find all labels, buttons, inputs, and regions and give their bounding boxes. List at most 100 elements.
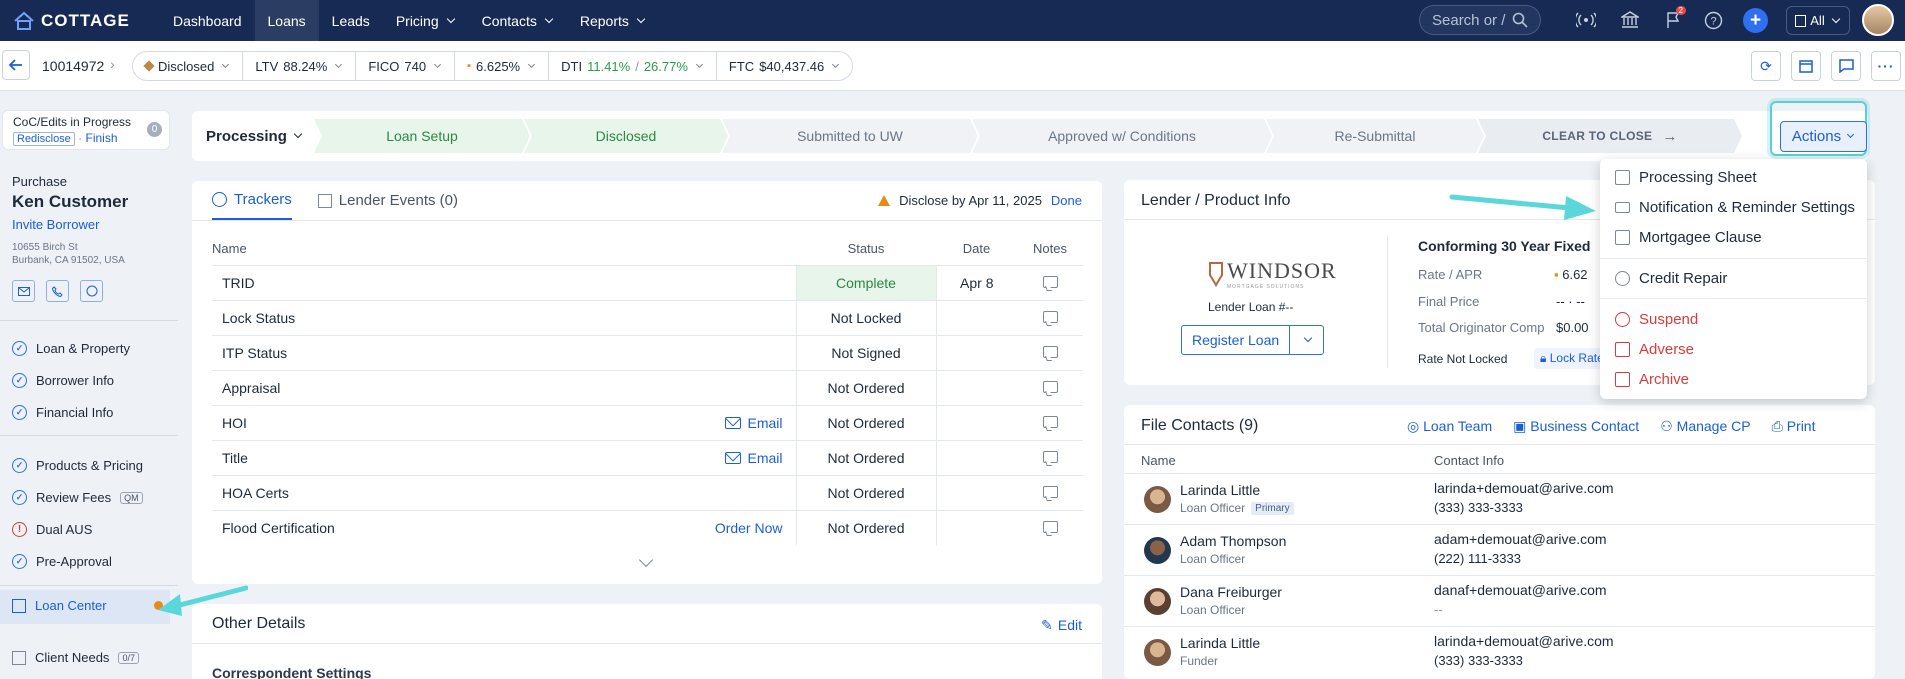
- flag-icon[interactable]: 2: [1662, 6, 1686, 32]
- phone-icon[interactable]: [46, 280, 69, 302]
- redisclose-link[interactable]: Redisclose: [13, 132, 75, 146]
- note-icon[interactable]: [1042, 485, 1058, 498]
- status-pill[interactable]: Disclosed: [133, 52, 244, 80]
- print-button[interactable]: ⎙ Print: [1772, 418, 1816, 435]
- contact-email[interactable]: danaf+demouat@arive.com: [1434, 582, 1607, 598]
- nav-dashboard[interactable]: Dashboard: [160, 0, 255, 41]
- actions-button[interactable]: Actions: [1780, 121, 1867, 152]
- search-input[interactable]: Search or /: [1419, 5, 1541, 35]
- tracker-status[interactable]: Not Ordered: [795, 509, 936, 545]
- stage-loan-setup[interactable]: Loan Setup: [314, 119, 530, 153]
- nav-pricing[interactable]: Pricing: [383, 0, 469, 41]
- expand-chevron-icon[interactable]: [638, 552, 654, 568]
- contact-row[interactable]: Larinda Little Funder larinda+demouat@ar…: [1124, 626, 1875, 677]
- note-icon[interactable]: [1042, 310, 1058, 323]
- email-icon[interactable]: [12, 280, 35, 302]
- chat-icon[interactable]: [80, 280, 103, 302]
- ftc-pill[interactable]: FTC $40,437.46: [717, 52, 852, 80]
- register-loan-button[interactable]: Register Loan: [1182, 326, 1291, 354]
- finish-link[interactable]: Finish: [86, 131, 118, 145]
- fico-pill[interactable]: FICO 740: [356, 52, 456, 80]
- contact-row[interactable]: Adam Thompson Loan Officer adam+demouat@…: [1124, 524, 1875, 575]
- note-icon[interactable]: [1042, 520, 1058, 533]
- bank-icon[interactable]: [1618, 8, 1642, 32]
- manage-cp-button[interactable]: ⚇ Manage CP: [1660, 418, 1750, 435]
- stage-disclosed[interactable]: Disclosed: [524, 119, 728, 153]
- note-icon[interactable]: [1042, 380, 1058, 393]
- refresh-button[interactable]: ⟳: [1751, 51, 1781, 81]
- warning-icon: [878, 195, 891, 206]
- note-icon[interactable]: [1042, 450, 1058, 463]
- processing-label: Processing: [206, 127, 287, 145]
- stage-resubmittal[interactable]: Re-Submittal: [1266, 119, 1484, 153]
- tracker-status[interactable]: Complete: [795, 264, 936, 300]
- order-now-link[interactable]: Order Now: [715, 520, 783, 536]
- logo[interactable]: COTTAGE: [0, 10, 160, 32]
- tab-lender-events[interactable]: Lender Events (0): [317, 191, 458, 220]
- calendar-button[interactable]: [1791, 51, 1821, 81]
- sidebar-item-dual-aus[interactable]: ! Dual AUS: [12, 522, 92, 537]
- loan-team-button[interactable]: ◎ Loan Team: [1407, 418, 1492, 435]
- sidebar-item-pre-approval[interactable]: ✓ Pre-Approval: [12, 554, 112, 569]
- sidebar-item-review-fees[interactable]: ✓ Review Fees QM: [12, 490, 143, 505]
- contact-email[interactable]: adam+demouat@arive.com: [1434, 531, 1607, 547]
- tracker-status[interactable]: Not Ordered: [795, 369, 936, 405]
- business-contact-button[interactable]: ▣ Business Contact: [1513, 418, 1639, 435]
- sidebar-item-financial-info[interactable]: ✓ Financial Info: [12, 405, 113, 420]
- sidebar-item-products-pricing[interactable]: ✓ Products & Pricing: [12, 458, 143, 473]
- menu-archive[interactable]: Archive: [1615, 371, 1689, 388]
- nav-reports[interactable]: Reports: [567, 0, 659, 41]
- dti-pill[interactable]: DTI 11.41%/26.77%: [549, 52, 717, 80]
- lock-rate-button[interactable]: 🔒︎ Lock Rate: [1534, 348, 1610, 369]
- nav-contacts[interactable]: Contacts: [469, 0, 567, 41]
- sidebar-item-client-needs[interactable]: Client Needs 0/7: [12, 650, 139, 665]
- broadcast-icon[interactable]: [1574, 8, 1598, 32]
- invite-borrower-link[interactable]: Invite Borrower: [12, 217, 99, 232]
- menu-suspend[interactable]: Suspend: [1615, 311, 1698, 328]
- tracker-status[interactable]: Not Locked: [795, 299, 936, 335]
- note-icon[interactable]: [1042, 345, 1058, 358]
- nav-leads[interactable]: Leads: [319, 0, 383, 41]
- sidebar-item-loan-center[interactable]: Loan Center: [12, 598, 163, 613]
- rate-pill[interactable]: ▪ 6.625%: [455, 52, 550, 80]
- nav-loans[interactable]: Loans: [254, 0, 319, 41]
- tracker-status[interactable]: Not Ordered: [795, 474, 936, 510]
- scope-dropdown[interactable]: All: [1786, 6, 1850, 35]
- stage-approved-conditions[interactable]: Approved w/ Conditions: [972, 119, 1272, 153]
- user-avatar[interactable]: [1862, 4, 1894, 36]
- help-icon[interactable]: ?: [1701, 8, 1725, 32]
- menu-processing-sheet[interactable]: Processing Sheet: [1615, 169, 1757, 186]
- file-contacts-card: File Contacts (9) ◎ Loan Team ▣ Business…: [1124, 405, 1875, 679]
- ltv-pill[interactable]: LTV 88.24%: [243, 52, 357, 80]
- sidebar-item-borrower-info[interactable]: ✓ Borrower Info: [12, 373, 114, 388]
- hoi-email-link[interactable]: Email: [725, 415, 783, 431]
- register-dropdown-button[interactable]: [1290, 326, 1323, 354]
- edit-label: Edit: [1057, 617, 1082, 633]
- menu-credit-repair[interactable]: Credit Repair: [1615, 270, 1727, 287]
- stage-submitted-uw[interactable]: Submitted to UW: [722, 119, 978, 153]
- done-link[interactable]: Done: [1051, 193, 1082, 208]
- note-icon[interactable]: [1042, 275, 1058, 288]
- tracker-status[interactable]: Not Ordered: [795, 404, 936, 440]
- menu-adverse[interactable]: Adverse: [1615, 341, 1694, 358]
- add-icon[interactable]: +: [1743, 8, 1768, 33]
- processing-dropdown[interactable]: Processing: [192, 128, 314, 145]
- title-email-link[interactable]: Email: [725, 450, 783, 466]
- tracker-status[interactable]: Not Ordered: [795, 439, 936, 475]
- comments-button[interactable]: [1831, 51, 1861, 81]
- more-button[interactable]: ···: [1871, 51, 1901, 81]
- contact-email[interactable]: larinda+demouat@arive.com: [1434, 480, 1614, 496]
- menu-notification-settings[interactable]: Notification & Reminder Settings: [1615, 199, 1855, 216]
- stage-clear-to-close[interactable]: CLEAR TO CLOSE →: [1478, 119, 1742, 153]
- contact-row[interactable]: Dana Freiburger Loan Officer danaf+demou…: [1124, 575, 1875, 626]
- edit-button[interactable]: ✎ Edit: [1041, 617, 1082, 634]
- note-icon[interactable]: [1042, 415, 1058, 428]
- menu-mortgagee-clause[interactable]: Mortgagee Clause: [1615, 229, 1762, 246]
- contact-email[interactable]: larinda+demouat@arive.com: [1434, 633, 1614, 649]
- tab-trackers[interactable]: Trackers: [212, 191, 292, 220]
- tracker-status[interactable]: Not Signed: [795, 334, 936, 370]
- contact-row[interactable]: Larinda Little Loan Officer Primary larin…: [1124, 473, 1875, 524]
- back-button[interactable]: [2, 50, 30, 80]
- sidebar-item-loan-property[interactable]: ✓ Loan & Property: [12, 341, 130, 356]
- check-circle-icon: ✓: [12, 490, 27, 505]
